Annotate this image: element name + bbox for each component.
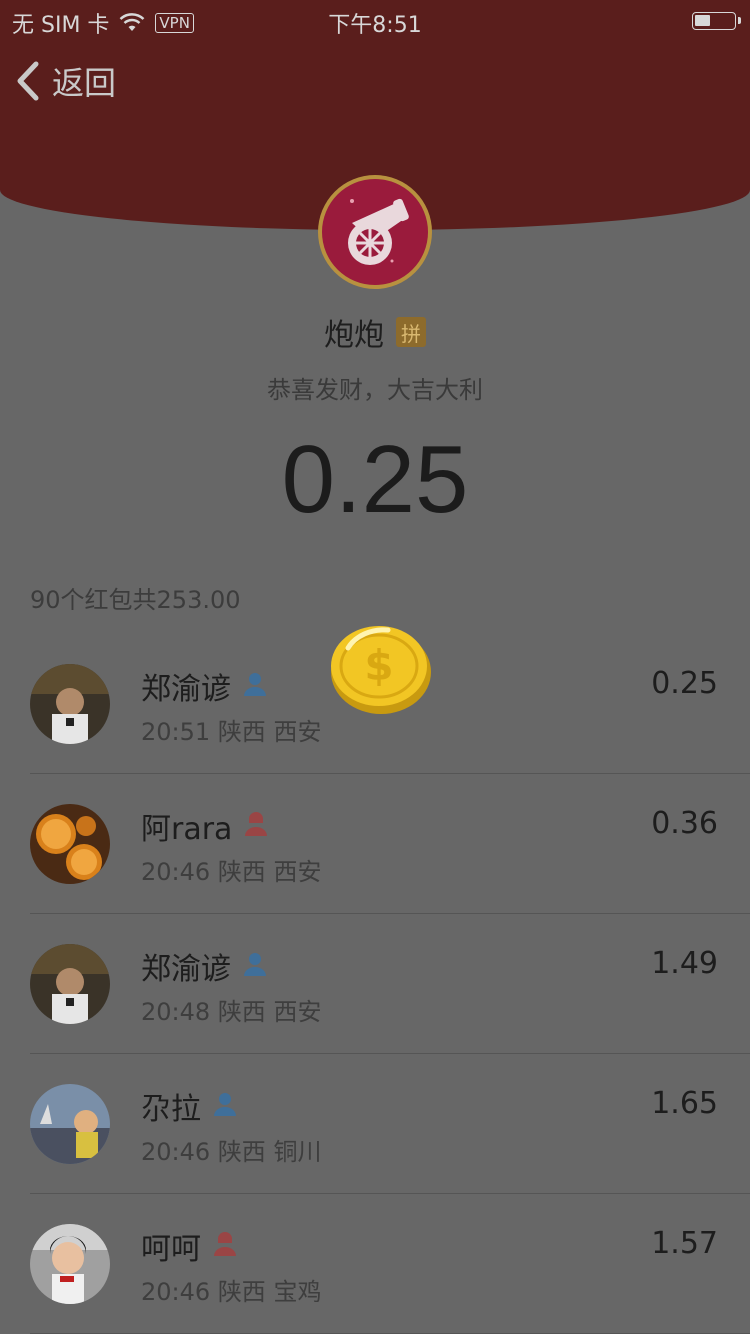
female-icon: [242, 810, 270, 842]
recipient-name: 呵呵: [141, 1232, 201, 1267]
recipient-province: 陕西: [217, 1278, 266, 1306]
recipient-city: 宝鸡: [273, 1278, 322, 1306]
back-label: 返回: [52, 64, 117, 102]
recipient-meta: 20:46 陕西 西安: [141, 852, 321, 887]
recipient-city: 铜川: [273, 1138, 322, 1166]
received-amount: 0.25: [281, 426, 469, 533]
recipient-name-line: 尕拉: [141, 1084, 239, 1128]
recipient-amount: 1.57: [651, 1226, 718, 1261]
recipient-name-line: 呵呵: [141, 1224, 239, 1268]
recipient-city: 西安: [273, 998, 322, 1026]
chevron-left-icon: [17, 61, 39, 101]
recipient-city: 西安: [273, 858, 322, 886]
recipient-time: 20:51: [141, 718, 211, 746]
sender-line: 炮炮 拼: [0, 310, 750, 354]
recipient-amount: 0.36: [651, 806, 718, 841]
recipient-name: 阿rara: [141, 812, 233, 847]
male-icon: [241, 950, 269, 982]
recipient-meta: 20:48 陕西 西安: [141, 992, 321, 1027]
recipient-avatar[interactable]: [30, 1224, 110, 1304]
svg-text:$: $: [364, 641, 393, 690]
male-icon: [241, 670, 269, 702]
pin-badge: 拼: [396, 317, 426, 347]
recipient-name-line: 郑渝谚: [141, 944, 269, 988]
packet-summary: 90个红包共253.00: [30, 586, 241, 614]
coin-icon: $: [331, 626, 431, 714]
red-packet-detail-page: 无 SIM 卡 VPN 下午8:51 返回 炮炮 拼 恭喜发财，大吉大利 0.2…: [0, 0, 750, 1334]
male-icon: [211, 1090, 239, 1122]
recipient-row[interactable]: 郑渝谚 20:48 陕西 西安 1.49: [0, 914, 750, 1054]
greeting-text: 恭喜发财，大吉大利: [267, 376, 483, 404]
recipient-province: 陕西: [217, 1138, 266, 1166]
recipient-avatar[interactable]: [30, 944, 110, 1024]
sender-name: 炮炮: [324, 318, 384, 353]
recipient-time: 20:46: [141, 1138, 211, 1166]
female-icon: [211, 1230, 239, 1262]
cannon-icon: [348, 198, 409, 265]
recipient-time: 20:48: [141, 998, 211, 1026]
recipient-meta: 20:46 陕西 铜川: [141, 1132, 321, 1167]
recipient-province: 陕西: [217, 998, 266, 1026]
recipient-province: 陕西: [217, 718, 266, 746]
recipient-meta: 20:46 陕西 宝鸡: [141, 1272, 321, 1307]
status-time: 下午8:51: [328, 13, 422, 38]
recipient-avatar[interactable]: [30, 1084, 110, 1164]
recipient-row[interactable]: 尕拉 20:46 陕西 铜川 1.65: [0, 1054, 750, 1194]
recipient-list: 郑渝谚 20:51 陕西 西安 0.25 阿rara 20:46 陕西 西安 0.36 郑渝…: [0, 634, 750, 1334]
recipient-amount: 0.25: [651, 666, 718, 701]
recipient-name: 郑渝谚: [141, 952, 231, 987]
recipient-row[interactable]: 阿rara 20:46 陕西 西安 0.36: [0, 774, 750, 914]
recipient-time: 20:46: [141, 858, 211, 886]
recipient-row[interactable]: 呵呵 20:46 陕西 宝鸡 1.57: [0, 1194, 750, 1334]
recipient-name-line: 郑渝谚: [141, 664, 269, 708]
recipient-city: 西安: [273, 718, 322, 746]
sender-avatar[interactable]: [318, 175, 432, 289]
recipient-time: 20:46: [141, 1278, 211, 1306]
battery-icon: [692, 12, 741, 30]
recipient-amount: 1.65: [651, 1086, 718, 1121]
recipient-avatar[interactable]: [30, 664, 110, 744]
recipient-amount: 1.49: [651, 946, 718, 981]
recipient-province: 陕西: [217, 858, 266, 886]
recipient-name: 尕拉: [141, 1092, 201, 1127]
recipient-name: 郑渝谚: [141, 672, 231, 707]
status-bar: 无 SIM 卡 VPN 下午8:51: [0, 0, 750, 40]
recipient-meta: 20:51 陕西 西安: [141, 712, 321, 747]
recipient-name-line: 阿rara: [141, 804, 270, 848]
recipient-avatar[interactable]: [30, 804, 110, 884]
back-button[interactable]: 返回: [14, 58, 116, 104]
